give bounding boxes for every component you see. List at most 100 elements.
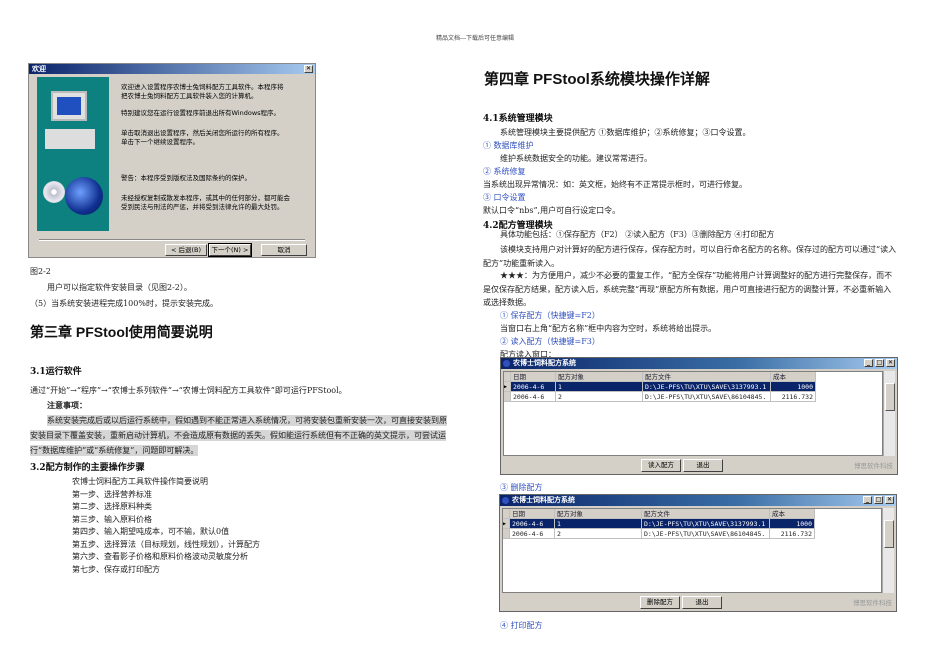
text-line: 第三步、输入原料价格 bbox=[72, 514, 152, 524]
text-line: 第二步、选择原料种类 bbox=[72, 502, 152, 511]
table-cell: 1000 bbox=[770, 519, 815, 529]
app-icon bbox=[502, 497, 509, 504]
close-icon[interactable]: ✕ bbox=[886, 359, 895, 367]
figure-caption: 图2-2 bbox=[30, 267, 51, 276]
close-icon[interactable]: ✕ bbox=[304, 65, 313, 73]
brand-label: 博思软件科技 bbox=[853, 599, 892, 607]
table-cell: 2 bbox=[555, 529, 642, 539]
text-line: ① 保存配方（快捷键=F2） bbox=[500, 311, 600, 320]
text-line: 默认口令“nbs”,用户可自行设定口令。 bbox=[483, 206, 621, 215]
text-line: 当系统出现异常情况：如：英文框，始终有不正常提示框时，可进行修复。 bbox=[483, 180, 747, 189]
table-cell: 1000 bbox=[771, 382, 816, 392]
exit-button[interactable]: 退出 bbox=[683, 459, 723, 472]
table-cell: D:\JE-PFS\TU\XTU\SAVE\86104845. bbox=[643, 392, 771, 402]
paragraph: 通过“开始”→“程序”→“农博士系列软件”→“农博士饲料配方工具软件”即可运行P… bbox=[30, 386, 347, 395]
column-header[interactable]: 日期 bbox=[510, 509, 555, 519]
section-3-2-heading: 3.2配方制作的主要操作步骤 bbox=[30, 463, 145, 473]
minimize-icon[interactable]: _ bbox=[864, 359, 873, 367]
window-title-bar: 农博士饲料配方系统 _ □ ✕ bbox=[501, 358, 897, 369]
welcome-dialog: 欢迎 ✕ 欢迎进入设置程序农博士兔饲料配方工具软件。本程序将 把农博士兔饲料配方… bbox=[28, 63, 316, 258]
row-pointer-icon: ▶ bbox=[503, 519, 510, 529]
note-title: 注意事项： bbox=[47, 400, 87, 410]
dialog-title: 欢迎 bbox=[29, 64, 315, 74]
table-row[interactable]: 2006-4-6 2 D:\JE-PFS\TU\XTU\SAVE\86104845.… bbox=[503, 529, 815, 539]
table-row[interactable]: ▶ 2006-4-6 1 D:\JE-PFS\TU\XTU\SAVE\3137993.… bbox=[503, 519, 815, 529]
row-pointer-icon bbox=[504, 392, 511, 402]
minimize-icon[interactable]: _ bbox=[863, 496, 872, 504]
text-line: ② 系统修复 bbox=[483, 167, 526, 176]
window-title: 农博士饲料配方系统 bbox=[513, 359, 576, 367]
row-indicator bbox=[503, 509, 510, 519]
page-header: 精品文档---下载后可任意编辑 bbox=[435, 35, 515, 42]
maximize-icon[interactable]: □ bbox=[874, 496, 883, 504]
column-header[interactable]: 成本 bbox=[771, 372, 816, 382]
column-header[interactable]: 配方对象 bbox=[555, 509, 642, 519]
column-header[interactable]: 配方对象 bbox=[556, 372, 643, 382]
column-header[interactable]: 日期 bbox=[511, 372, 556, 382]
table-cell: 2006-4-6 bbox=[511, 392, 556, 402]
column-header[interactable]: 配方文件 bbox=[643, 372, 771, 382]
row-pointer-icon: ▶ bbox=[504, 382, 511, 392]
dialog-text: 单击下一个继续设置程序。 bbox=[121, 138, 199, 146]
text-line: ① 数据库维护 bbox=[483, 141, 534, 150]
text-line: 系统管理模块主要提供配方 ①数据库维护；②系统修复；③口令设置。 bbox=[500, 128, 751, 137]
text-line: ② 读入配方（快捷键=F3） bbox=[500, 337, 600, 346]
dialog-text: 特别建议您在运行设置程序前退出所有Windows程序。 bbox=[121, 109, 281, 117]
table-row[interactable]: ▶ 2006-4-6 1 D:\JE-PFS\TU\XTU\SAVE\3137993.… bbox=[504, 382, 816, 392]
recipe-delete-window: 农博士饲料配方系统 _ □ ✕ 日期 配方对象 配方文件 成本 ▶ 2006-4-6 1 D:\J… bbox=[499, 494, 897, 612]
note-line: 安装目录下覆盖安装，重新启动计算机，不会造成原有数据的丢失。假如能运行系统但有不… bbox=[30, 430, 446, 441]
text-line: 是仅保存配方结果，配方读入后，系统完整“再现”原配方所有数据，用户可直接进行配方… bbox=[483, 285, 892, 294]
text-line: 该模块支持用户对计算好的配方进行保存，保存配方时，可以自行命名配方的名称。保存过… bbox=[500, 245, 897, 254]
back-button[interactable]: < 后退(B) bbox=[165, 244, 207, 256]
scrollbar-thumb[interactable] bbox=[885, 383, 895, 411]
exit-button[interactable]: 退出 bbox=[682, 596, 722, 609]
table-cell: 1 bbox=[555, 519, 642, 529]
next-button[interactable]: 下一个(N) > bbox=[208, 243, 252, 257]
column-header[interactable]: 配方文件 bbox=[642, 509, 770, 519]
vertical-scrollbar[interactable] bbox=[883, 371, 895, 456]
window-title: 农博士饲料配方系统 bbox=[512, 496, 575, 504]
app-icon bbox=[503, 360, 510, 367]
close-icon[interactable]: ✕ bbox=[885, 496, 894, 504]
scrollbar-thumb[interactable] bbox=[884, 520, 894, 548]
paragraph: （5）当系统安装进程完成100%时，提示安装完成。 bbox=[30, 299, 218, 308]
maximize-icon[interactable]: □ bbox=[875, 359, 884, 367]
text-line: 第四步、输入期望吨成本，可不输，默认0值 bbox=[72, 527, 230, 536]
cancel-button[interactable]: 取消 bbox=[261, 244, 307, 256]
recipe-read-window: 农博士饲料配方系统 _ □ ✕ 日期 配方对象 配方文件 成本 ▶ 2006-4-6 1 D:\J… bbox=[500, 357, 898, 475]
text-line: 或选择数据。 bbox=[483, 298, 531, 307]
text-line: 配方”功能重新读入。 bbox=[483, 259, 560, 268]
chapter-3-heading: 第三章 PFStool使用简要说明 bbox=[30, 324, 213, 340]
text-line: 当窗口右上角“配方名称”框中内容为空时，系统将给出提示。 bbox=[500, 324, 717, 333]
computer-globe-illustration bbox=[37, 77, 109, 231]
column-header[interactable]: 成本 bbox=[770, 509, 815, 519]
table-cell: 2116.732 bbox=[770, 529, 815, 539]
vertical-scrollbar[interactable] bbox=[882, 508, 894, 593]
action-button[interactable]: 删除配方 bbox=[640, 596, 680, 609]
row-pointer-icon bbox=[503, 529, 510, 539]
dialog-text: 受到民法与刑法的严惩，并将受到法律允许的最大处罚。 bbox=[121, 203, 284, 211]
recipe-table: 日期 配方对象 配方文件 成本 ▶ 2006-4-6 1 D:\JE-PFS\TU\XTU\S… bbox=[503, 371, 883, 456]
text-line: 第七步、保存或打印配方 bbox=[72, 564, 160, 574]
note-line: 行“数据库维护”或“系统修复”，问题即可解决。 bbox=[30, 445, 199, 456]
section-4-1-heading: 4.1系统管理模块 bbox=[483, 114, 553, 124]
table-cell: D:\JE-PFS\TU\XTU\SAVE\3137993.1 bbox=[642, 519, 770, 529]
section-3-1-heading: 3.1运行软件 bbox=[30, 367, 82, 377]
table-cell: 2006-4-6 bbox=[510, 529, 555, 539]
table-cell: D:\JE-PFS\TU\XTU\SAVE\86104845. bbox=[642, 529, 770, 539]
table-row[interactable]: 2006-4-6 2 D:\JE-PFS\TU\XTU\SAVE\86104845.… bbox=[504, 392, 816, 402]
brand-label: 博思软件科技 bbox=[854, 462, 893, 470]
text-line: 维护系统数据安全的功能。建议常常进行。 bbox=[500, 154, 652, 163]
row-indicator bbox=[504, 372, 511, 382]
text-line: 第六步、查看影子价格和原料价格波动灵敏度分析 bbox=[72, 552, 248, 561]
text-line: ★★★：为方便用户，减少不必要的重复工作，“配方全保存”功能将用户计算调整好的配… bbox=[500, 271, 893, 280]
dialog-text: 警告：本程序受到版权法及国际条约的保护。 bbox=[121, 174, 251, 182]
text-line: 具体功能包括：①保存配方（F2） ②读入配方（F3）③删除配方 ④打印配方 bbox=[500, 230, 775, 239]
table-cell: 2 bbox=[556, 392, 643, 402]
action-button[interactable]: 读入配方 bbox=[641, 459, 681, 472]
text-line: 第一步、选择营养标准 bbox=[72, 489, 152, 499]
table-cell: 2116.732 bbox=[771, 392, 816, 402]
delete-recipe-label: ③ 删除配方 bbox=[500, 483, 543, 492]
dialog-text: 把农博士兔饲料配方工具软件装入您的计算机。 bbox=[121, 92, 258, 100]
paragraph: 用户可以指定软件安装目录（见图2-2）。 bbox=[47, 283, 192, 292]
